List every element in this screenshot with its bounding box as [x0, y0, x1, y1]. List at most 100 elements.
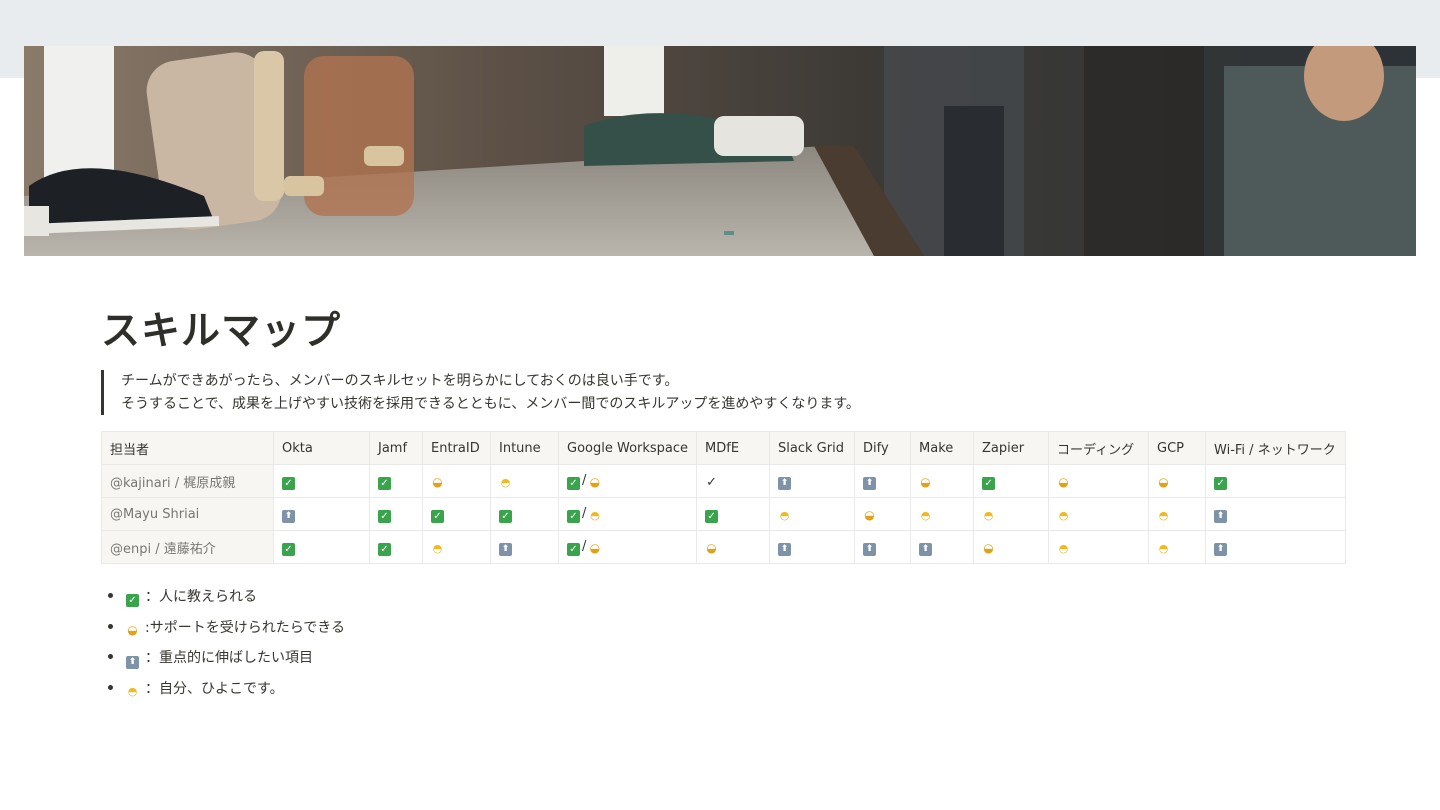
skill-cell[interactable]: ◓ — [769, 497, 856, 531]
member-cell[interactable]: @kajinari / 梶原成親 — [101, 464, 274, 498]
skill-cell[interactable]: ◓ — [910, 497, 975, 531]
legend-text: ：自分、ひよこです。 — [145, 680, 284, 697]
skill-cell[interactable]: ◒ — [910, 464, 975, 498]
bullet-icon — [108, 623, 113, 629]
up-arrow-icon: ⬆ — [863, 477, 877, 490]
skill-cell[interactable]: ⬆ — [1205, 497, 1347, 531]
skill-cell[interactable]: ◒ — [1048, 464, 1150, 498]
column-header[interactable]: MDfE — [696, 431, 771, 465]
skill-cell[interactable]: ◓ — [1148, 530, 1207, 564]
skill-cell[interactable]: ✓ — [490, 497, 559, 531]
skill-cell[interactable]: ◒ — [1148, 464, 1207, 498]
column-header[interactable]: Google Workspace — [557, 431, 698, 465]
skill-cell[interactable]: ⬆ — [273, 497, 370, 531]
handshake-icon: ◒ — [589, 474, 601, 489]
skill-cell[interactable]: ◓ — [1048, 497, 1150, 531]
legend-item[interactable]: ◓ ：自分、ひよこです。 — [108, 676, 345, 707]
white-check-mark-icon: ✓ — [378, 476, 391, 490]
column-header[interactable]: Wi-Fi / ネットワーク — [1205, 431, 1347, 465]
handshake-icon: ◒ — [920, 475, 931, 489]
skill-cell[interactable]: ◒ — [422, 464, 491, 498]
column-header[interactable]: Dify — [854, 431, 912, 465]
legend-item[interactable]: ✓ ：人に教えられる — [108, 584, 345, 615]
table-row: @kajinari / 梶原成親 ✓ ✓ ◒ ◓ ✓ / ◒ ✓ ⬆ ⬆ ◒ ✓ ◒ ◒ ✓ — [101, 464, 1347, 498]
member-cell[interactable]: @Mayu Shriai — [101, 497, 274, 531]
hatching-chick-icon: ◓ — [1058, 509, 1069, 522]
skill-cell[interactable]: ⬆ — [854, 464, 912, 498]
up-arrow-icon: ⬆ — [1214, 510, 1228, 523]
skill-cell[interactable]: ✓ — [273, 464, 370, 498]
skill-cell[interactable]: ⬆ — [490, 530, 559, 564]
skill-cell[interactable]: ✓ — [369, 530, 423, 564]
skill-cell[interactable]: ◓ — [973, 497, 1050, 531]
skill-cell[interactable]: ✓ / ◓ — [557, 497, 698, 531]
white-check-mark-icon: ✓ — [705, 509, 719, 523]
column-header[interactable]: Slack Grid — [769, 431, 856, 465]
heavy-check-icon: ✓ — [706, 475, 717, 490]
hatching-chick-icon: ◓ — [1158, 542, 1169, 555]
skill-cell[interactable]: ✓ — [1205, 464, 1347, 498]
hatching-chick-icon: ◓ — [127, 684, 138, 698]
skill-cell[interactable]: ✓ — [273, 530, 370, 564]
skill-cell[interactable]: ✓ / ◒ — [557, 464, 698, 498]
white-check-mark-icon: ✓ — [567, 542, 580, 556]
description-quote[interactable]: チームができあがったら、メンバーのスキルセットを明らかにしておくのは良い手です。… — [101, 370, 1121, 415]
legend-item[interactable]: ◒:サポートを受けられたらできる — [108, 615, 345, 646]
skill-cell[interactable]: ◓ — [490, 464, 559, 498]
column-header[interactable]: Okta — [273, 431, 370, 465]
bullet-icon — [108, 654, 113, 659]
skill-cell[interactable]: ◒ — [696, 530, 771, 564]
skill-cell[interactable]: ◒ — [973, 530, 1050, 564]
column-header[interactable]: Intune — [490, 431, 559, 465]
skill-cell[interactable]: ◓ — [422, 530, 491, 564]
skill-cell[interactable]: ✓ — [973, 464, 1050, 498]
hatching-chick-icon: ◓ — [983, 509, 994, 522]
cover-image[interactable] — [24, 46, 1416, 256]
skill-cell[interactable]: ✓ — [696, 497, 771, 531]
handshake-icon: ◒ — [1158, 475, 1169, 489]
skill-cell[interactable]: ⬆ — [769, 530, 856, 564]
skill-cell[interactable]: ◓ — [1048, 530, 1150, 564]
legend-item[interactable]: ⬆ ：重点的に伸ばしたい項目 — [108, 645, 345, 676]
column-header[interactable]: 担当者 — [101, 431, 274, 465]
hatching-chick-icon: ◓ — [432, 542, 443, 555]
handshake-icon: ◒ — [983, 541, 994, 555]
skill-cell[interactable]: ✓ / ◒ — [557, 530, 698, 564]
handshake-icon: ◒ — [864, 508, 875, 522]
skill-cell[interactable]: ◒ — [854, 497, 912, 531]
handshake-icon: ◒ — [589, 540, 601, 555]
skill-cell[interactable]: ✓ — [422, 497, 491, 531]
white-check-mark-icon: ✓ — [378, 509, 391, 523]
hatching-chick-icon: ◓ — [500, 476, 511, 489]
hatching-chick-icon: ◓ — [1158, 509, 1169, 522]
column-header[interactable]: コーディング — [1048, 431, 1150, 465]
skill-cell[interactable]: ⬆ — [769, 464, 856, 498]
column-header[interactable]: Zapier — [973, 431, 1050, 465]
up-arrow-icon: ⬆ — [778, 543, 792, 556]
handshake-icon: ◒ — [127, 622, 138, 637]
column-header[interactable]: Make — [910, 431, 975, 465]
up-arrow-icon: ⬆ — [1214, 543, 1228, 556]
legend-text: ：重点的に伸ばしたい項目 — [145, 650, 313, 666]
table-header-row: 担当者 Okta Jamf EntraID Intune Google Workspace… — [101, 431, 1347, 465]
skill-cell[interactable]: ✓ — [369, 497, 423, 531]
column-header[interactable]: GCP — [1148, 431, 1207, 465]
up-arrow-icon: ⬆ — [126, 656, 139, 669]
column-header[interactable]: Jamf — [369, 431, 423, 465]
cover-photo-skatepark — [24, 46, 1416, 256]
bullet-icon — [108, 593, 113, 598]
column-header[interactable]: EntraID — [422, 431, 491, 465]
white-check-mark-icon: ✓ — [378, 542, 391, 556]
hatching-chick-icon: ◓ — [590, 508, 600, 522]
separator: / — [582, 505, 587, 521]
skill-cell[interactable]: ⬆ — [910, 530, 975, 564]
member-cell[interactable]: @enpi / 遠藤祐介 — [101, 530, 274, 564]
skill-cell[interactable]: ⬆ — [1205, 530, 1347, 564]
skill-cell[interactable]: ✓ — [696, 464, 771, 498]
skill-map-table[interactable]: 担当者 Okta Jamf EntraID Intune Google Workspace… — [101, 431, 1347, 564]
up-arrow-icon: ⬆ — [863, 543, 877, 556]
skill-cell[interactable]: ◓ — [1148, 497, 1207, 531]
skill-cell[interactable]: ⬆ — [854, 530, 912, 564]
page-title[interactable]: スキルマップ — [101, 300, 341, 356]
skill-cell[interactable]: ✓ — [369, 464, 423, 498]
